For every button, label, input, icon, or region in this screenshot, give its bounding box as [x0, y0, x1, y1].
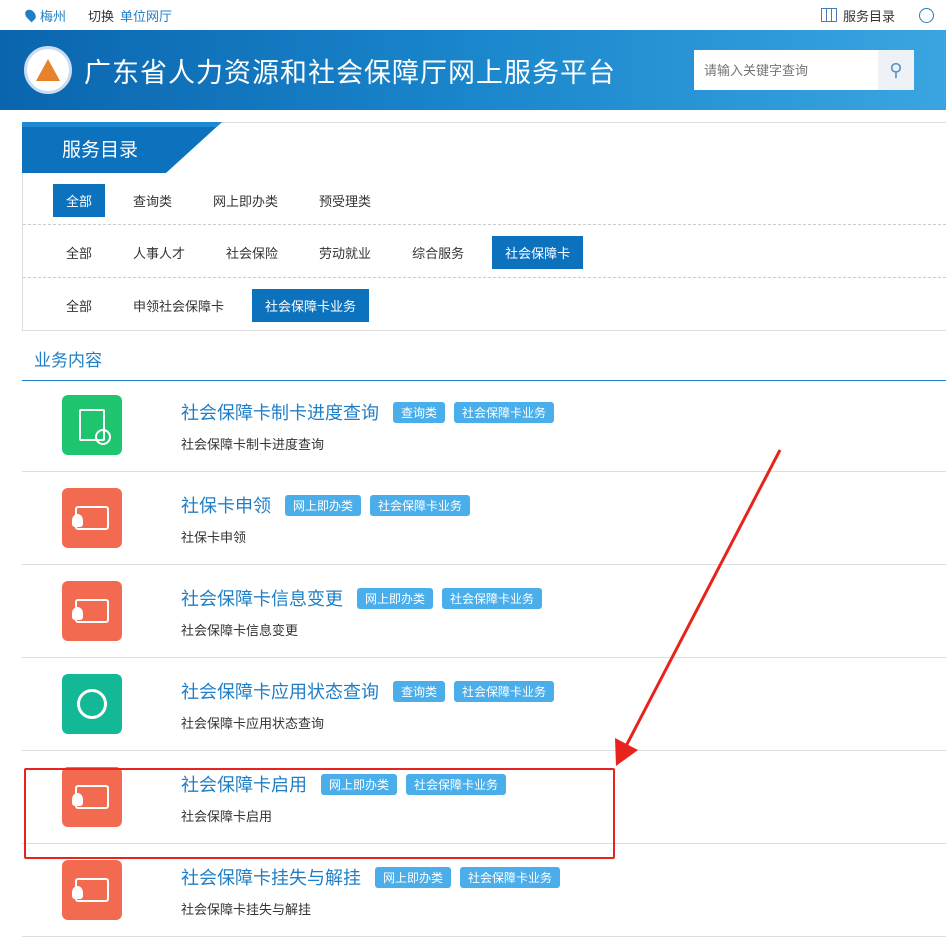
arrow-annotation [615, 449, 782, 766]
